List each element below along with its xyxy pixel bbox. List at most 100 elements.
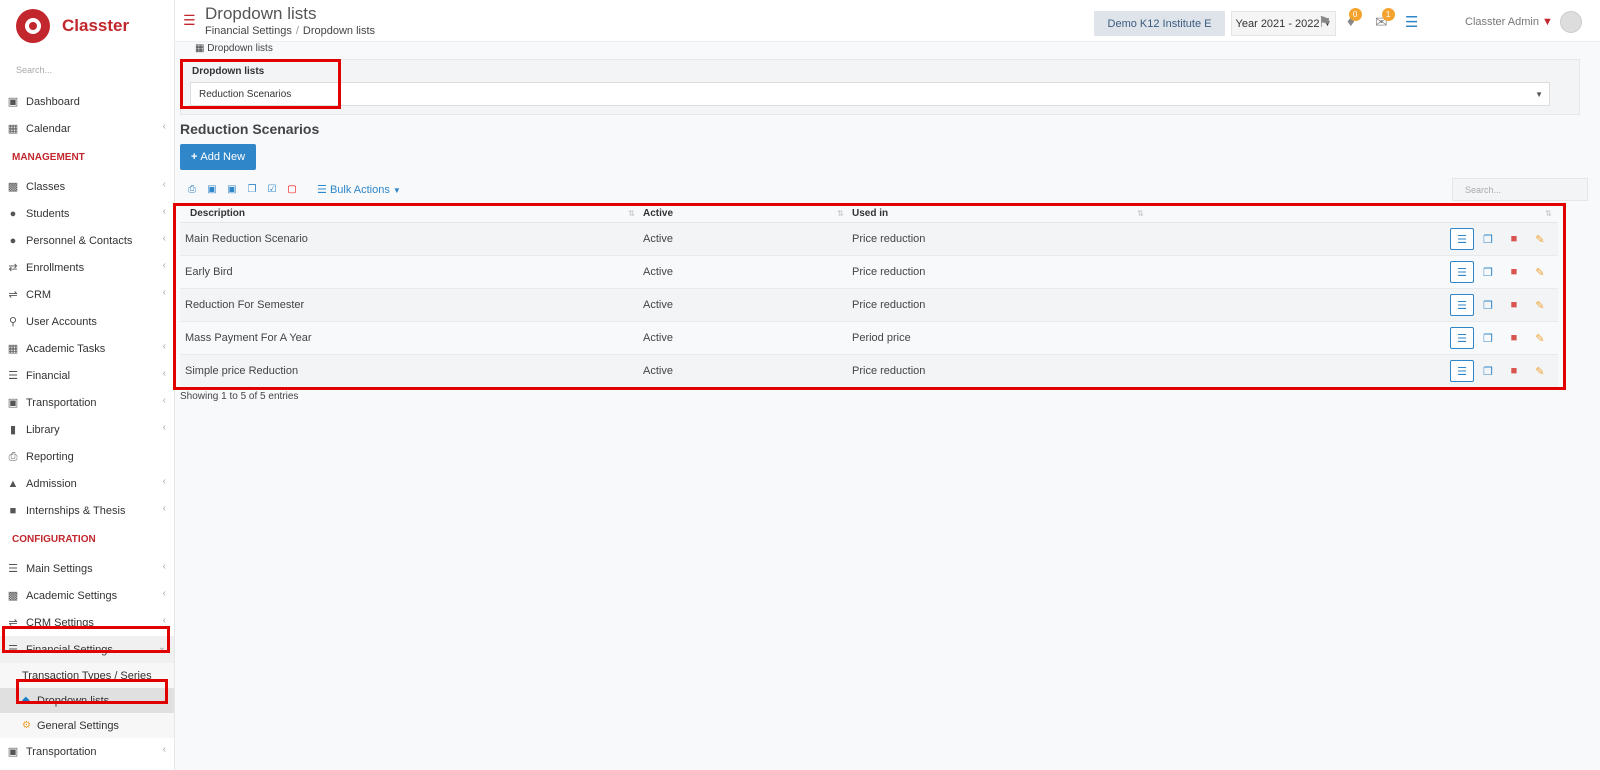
sidebar-item-calendar[interactable]: ▦ Calendar ‹	[0, 115, 174, 142]
brand[interactable]: Classter	[0, 0, 174, 52]
submenu-item-general-settings[interactable]: ⚙ General Settings	[0, 713, 174, 738]
table-row[interactable]: Early Bird Active Price reduction ☰ ❐ ■ …	[180, 256, 1558, 289]
sidebar-item-students[interactable]: ● Students ‹	[0, 200, 174, 227]
stop-icon[interactable]: ▢	[285, 184, 299, 195]
year-label: Year 2021 - 2022	[1235, 17, 1320, 30]
submenu-item-label: General Settings	[37, 719, 119, 732]
table-row[interactable]: Mass Payment For A Year Active Period pr…	[180, 322, 1558, 355]
sidebar-item-crm[interactable]: ⇌ CRM ‹	[0, 281, 174, 308]
sidebar-search-input[interactable]: Search...	[0, 52, 174, 88]
sidebar-item-financial[interactable]: ☰ Financial ‹	[0, 362, 174, 389]
sidebar-item-enrollments[interactable]: ⇄ Enrollments ‹	[0, 254, 174, 281]
details-button[interactable]: ☰	[1450, 327, 1474, 349]
table-search-input[interactable]: Search...	[1452, 178, 1588, 201]
sidebar-item-classes[interactable]: ▩ Classes ‹	[0, 173, 174, 200]
submenu-item-transaction-types[interactable]: Transaction Types / Series	[0, 663, 174, 688]
cell-used-in: Price reduction	[852, 233, 926, 245]
row-actions: ☰ ❐ ■ ✎	[1152, 360, 1558, 382]
copy-button[interactable]: ❐	[1476, 360, 1500, 382]
delete-button[interactable]: ■	[1502, 327, 1526, 349]
add-new-button[interactable]: + Add New	[180, 144, 256, 170]
details-button[interactable]: ☰	[1450, 228, 1474, 250]
sidebar-item-label: Library	[26, 423, 60, 436]
details-button[interactable]: ☰	[1450, 261, 1474, 283]
table-row[interactable]: Simple price Reduction Active Price redu…	[180, 355, 1558, 388]
check-square-icon[interactable]: ☑	[265, 184, 279, 195]
dropdown-lists-select[interactable]: Reduction Scenarios ▼	[190, 82, 1550, 106]
submenu-item-dropdown-lists[interactable]: ◆ Dropdown lists	[0, 688, 174, 713]
avatar[interactable]	[1560, 11, 1582, 33]
sidebar-item-personnel[interactable]: ● Personnel & Contacts ‹	[0, 227, 174, 254]
sidebar-item-transportation[interactable]: ▣ Transportation ‹	[0, 389, 174, 416]
copy-button[interactable]: ❐	[1476, 261, 1500, 283]
sidebar-item-label: Transportation	[26, 745, 97, 758]
sidebar-item-crm-settings[interactable]: ⇌ CRM Settings ‹	[0, 609, 174, 636]
sidebar-item-label: Enrollments	[26, 261, 85, 274]
delete-button[interactable]: ■	[1502, 261, 1526, 283]
sidebar-item-dashboard[interactable]: ▣ Dashboard	[0, 88, 174, 115]
bulk-actions-button[interactable]: ☰ Bulk Actions ▼	[317, 183, 401, 196]
printer-icon: ⎙	[8, 450, 18, 463]
sidebar-item-internships[interactable]: ■ Internships & Thesis ‹	[0, 497, 174, 524]
row-actions: ☰ ❐ ■ ✎	[1152, 228, 1558, 250]
pdf-icon[interactable]: ▣	[225, 184, 239, 195]
dropdown-lists-label-text: Dropdown lists	[207, 43, 273, 54]
column-header-used-in[interactable]: Used in ⇅	[852, 205, 1152, 222]
sidebar-item-library[interactable]: ▮ Library ‹	[0, 416, 174, 443]
sidebar-item-academic-settings[interactable]: ▩ Academic Settings ‹	[0, 582, 174, 609]
table-row[interactable]: Main Reduction Scenario Active Price red…	[180, 223, 1558, 256]
sidebar-item-main-settings[interactable]: ☰ Main Settings ‹	[0, 555, 174, 582]
excel-icon[interactable]: ▣	[205, 184, 219, 195]
breadcrumb: Financial Settings / Dropdown lists	[205, 25, 375, 37]
user-menu[interactable]: Classter Admin ▼	[1465, 16, 1553, 28]
sidebar-nav-bottom: ▣ Transportation ‹	[0, 738, 174, 765]
chevron-left-icon: ‹	[162, 179, 166, 190]
edit-button[interactable]: ✎	[1528, 294, 1552, 316]
sidebar-item-user-accounts[interactable]: ⚲ User Accounts	[0, 308, 174, 335]
copy-button[interactable]: ❐	[1476, 294, 1500, 316]
layers-icon[interactable]: ☰	[1405, 13, 1418, 31]
laptop-icon: ▣	[7, 95, 19, 108]
details-button[interactable]: ☰	[1450, 294, 1474, 316]
delete-button[interactable]: ■	[1502, 294, 1526, 316]
sort-icon: ⇅	[628, 209, 635, 218]
sidebar-item-reporting[interactable]: ⎙ Reporting	[0, 443, 174, 470]
sidebar-item-financial-settings[interactable]: ☰ Financial Settings ⌄	[0, 636, 174, 663]
bell-icon[interactable]: ♦ 0	[1347, 8, 1362, 30]
edit-button[interactable]: ✎	[1528, 360, 1552, 382]
sidebar-item-transportation-bottom[interactable]: ▣ Transportation ‹	[0, 738, 174, 765]
user-name: Classter Admin	[1465, 16, 1539, 28]
sidebar-item-academic-tasks[interactable]: ▦ Academic Tasks ‹	[0, 335, 174, 362]
sidebar-item-admission[interactable]: ▲ Admission ‹	[0, 470, 174, 497]
hamburger-menu-icon[interactable]: ☰	[183, 13, 196, 27]
table-row[interactable]: Reduction For Semester Active Price redu…	[180, 289, 1558, 322]
dropdown-label: Dropdown lists	[192, 66, 265, 77]
table-toolbar: ⎙ ▣ ▣ ❐ ☑ ▢ ☰ Bulk Actions ▼	[185, 183, 401, 196]
sidebar-nav: ▣ Dashboard ▦ Calendar ‹ MANAGEMENT ▩ Cl…	[0, 88, 174, 663]
copy-icon[interactable]: ❐	[245, 184, 259, 195]
edit-button[interactable]: ✎	[1528, 228, 1552, 250]
copy-button[interactable]: ❐	[1476, 228, 1500, 250]
institution-button[interactable]: Demo K12 Institute E	[1094, 11, 1225, 36]
bus-icon: ▣	[7, 396, 19, 409]
cell-description: Reduction For Semester	[185, 299, 305, 311]
details-button[interactable]: ☰	[1450, 360, 1474, 382]
edit-button[interactable]: ✎	[1528, 327, 1552, 349]
column-header-active[interactable]: Active ⇅	[643, 205, 852, 222]
shuffle-icon: ⇌	[8, 616, 18, 629]
plus-icon: +	[190, 151, 198, 163]
breadcrumb-item[interactable]: Financial Settings	[205, 25, 292, 37]
cell-description: Main Reduction Scenario	[185, 233, 308, 245]
envelope-icon[interactable]: ✉ 1	[1375, 8, 1395, 31]
flag-icon[interactable]: ⚑	[1318, 13, 1331, 31]
copy-button[interactable]: ❐	[1476, 327, 1500, 349]
delete-button[interactable]: ■	[1502, 360, 1526, 382]
edit-button[interactable]: ✎	[1528, 261, 1552, 283]
column-header-description[interactable]: Description ⇅	[180, 205, 643, 222]
print-icon[interactable]: ⎙	[185, 184, 199, 195]
chevron-left-icon: ‹	[162, 503, 166, 514]
chevron-left-icon: ‹	[162, 341, 166, 352]
delete-button[interactable]: ■	[1502, 228, 1526, 250]
cell-description: Simple price Reduction	[185, 365, 299, 377]
chevron-left-icon: ‹	[162, 395, 166, 406]
